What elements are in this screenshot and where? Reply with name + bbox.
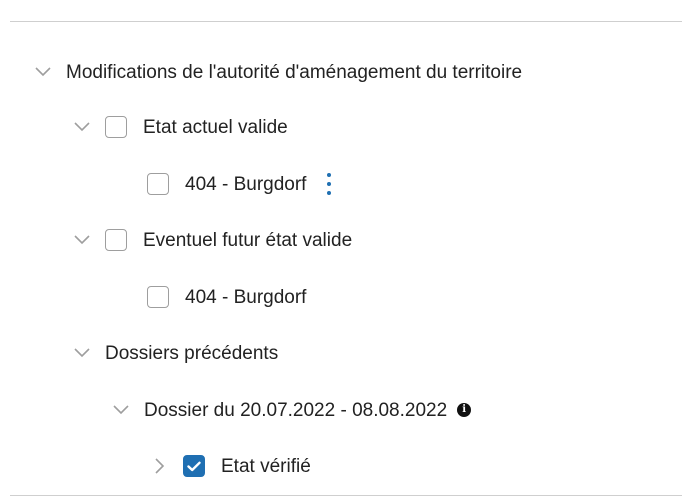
info-icon[interactable]: i <box>457 403 472 417</box>
tree-node-future-burgdorf[interactable]: 404 - Burgdorf <box>147 280 306 314</box>
chevron-down-icon[interactable] <box>71 229 93 251</box>
future-burgdorf-checkbox[interactable] <box>147 286 169 308</box>
tree-node-verified-state[interactable]: Etat vérifié <box>149 449 311 483</box>
tree-node-label: Eventuel futur état valide <box>143 229 353 251</box>
chevron-down-icon[interactable] <box>71 116 93 138</box>
tree-node-label: 404 - Burgdorf <box>185 286 307 308</box>
tree-node-label: Dossiers précédents <box>105 342 279 364</box>
tree-node-current-state[interactable]: Etat actuel valide <box>71 110 288 144</box>
chevron-down-icon[interactable] <box>110 399 132 421</box>
verified-state-checkbox[interactable] <box>183 455 205 477</box>
tree-node-label: Dossier du 20.07.2022 - 08.08.2022 <box>144 399 448 421</box>
tree-node-label: Modifications de l'autorité d'aménagemen… <box>66 61 523 83</box>
layer-tree-panel: Modifications de l'autorité d'aménagemen… <box>0 0 682 500</box>
tree-node-future-state[interactable]: Eventuel futur état valide <box>71 223 352 257</box>
tree-node-label: Etat vérifié <box>221 455 311 477</box>
chevron-down-icon[interactable] <box>32 61 54 83</box>
tree-node-label: 404 - Burgdorf <box>185 173 307 195</box>
tree-node-label: Etat actuel valide <box>143 116 288 138</box>
more-vertical-icon[interactable] <box>324 169 334 199</box>
chevron-down-icon[interactable] <box>71 342 93 364</box>
future-state-checkbox[interactable] <box>105 229 127 251</box>
current-burgdorf-checkbox[interactable] <box>147 173 169 195</box>
top-divider <box>10 21 682 22</box>
bottom-divider <box>10 495 682 496</box>
chevron-right-icon[interactable] <box>149 455 171 477</box>
current-state-checkbox[interactable] <box>105 116 127 138</box>
tree-node-current-burgdorf[interactable]: 404 - Burgdorf <box>147 167 334 201</box>
tree-node-root[interactable]: Modifications de l'autorité d'aménagemen… <box>32 55 522 89</box>
tree-node-dossier[interactable]: Dossier du 20.07.2022 - 08.08.2022 i <box>110 393 472 427</box>
checkmark-icon <box>187 461 201 471</box>
tree-node-previous-dossiers[interactable]: Dossiers précédents <box>71 336 278 370</box>
